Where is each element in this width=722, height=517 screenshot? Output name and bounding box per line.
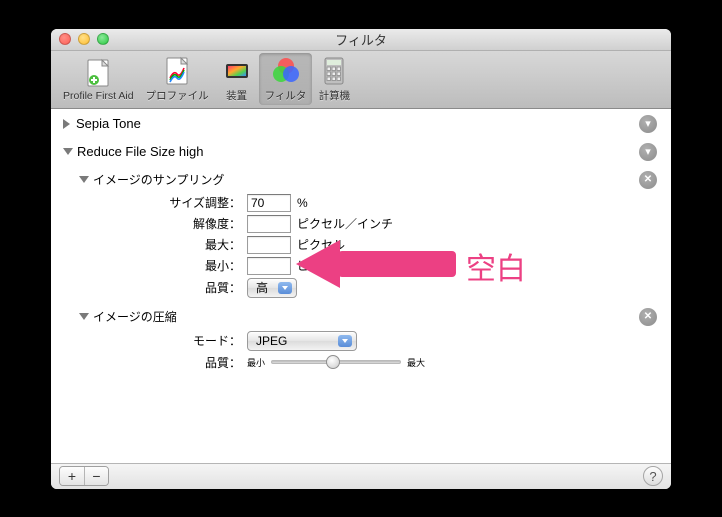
zoom-button[interactable]: [97, 33, 109, 45]
toolbar-label: フィルタ: [265, 88, 307, 103]
form-row-comp-quality: 品質： 最小 最大: [79, 354, 671, 371]
disclosure-down-icon[interactable]: [79, 176, 89, 183]
quality-label: 品質：: [79, 279, 247, 296]
max-input[interactable]: [247, 236, 291, 254]
content-area[interactable]: Sepia Tone Reduce File Size high イメージのサン…: [51, 109, 671, 463]
section-sampling[interactable]: イメージのサンプリング: [79, 169, 671, 191]
disclosure-right-icon[interactable]: [63, 119, 70, 129]
mode-select[interactable]: JPEG: [247, 331, 357, 351]
toolbar-profile[interactable]: プロファイル: [140, 53, 215, 105]
filter-title: Sepia Tone: [76, 116, 141, 131]
section-title: イメージの圧縮: [93, 308, 177, 325]
quality-slider-wrap: 最小 最大: [247, 354, 425, 370]
form-row-quality: 品質： 高: [79, 278, 671, 298]
unit-ppi: ピクセル／インチ: [297, 215, 393, 232]
toolbar-label: 計算機: [319, 88, 351, 103]
titlebar[interactable]: フィルタ: [51, 29, 671, 51]
filter-row-sepia[interactable]: Sepia Tone: [51, 113, 671, 135]
remove-button[interactable]: −: [84, 467, 108, 485]
comp-quality-label: 品質：: [79, 354, 247, 371]
document-plus-icon: [82, 57, 114, 89]
slider-thumb[interactable]: [326, 355, 340, 369]
toolbar-label: 装置: [226, 88, 247, 103]
slider-min-label: 最小: [247, 356, 265, 369]
filter-row-reduce[interactable]: Reduce File Size high: [51, 141, 671, 163]
remove-button[interactable]: [639, 171, 657, 189]
slider-max-label: 最大: [407, 356, 425, 369]
minimize-button[interactable]: [78, 33, 90, 45]
toolbar-label: Profile First Aid: [63, 90, 134, 102]
mode-label: モード：: [79, 332, 247, 349]
quality-slider[interactable]: [271, 354, 401, 370]
mode-value: JPEG: [256, 334, 287, 348]
remove-button[interactable]: [639, 308, 657, 326]
toolbar: Profile First Aid プロファイル 装置 フィルタ 計算機: [51, 51, 671, 109]
max-label: 最大：: [79, 236, 247, 253]
resolution-label: 解像度：: [79, 215, 247, 232]
section-compression[interactable]: イメージの圧縮: [79, 306, 671, 328]
action-menu-button[interactable]: [639, 143, 657, 161]
toolbar-calculator[interactable]: 計算機: [312, 53, 356, 105]
resolution-input[interactable]: [247, 215, 291, 233]
disclosure-down-icon[interactable]: [79, 313, 89, 320]
disclosure-down-icon[interactable]: [63, 148, 73, 155]
footer: + − ?: [51, 463, 671, 489]
unit-px: ピクセル: [297, 236, 345, 253]
min-label: 最小：: [79, 257, 247, 274]
action-menu-button[interactable]: [639, 115, 657, 133]
traffic-lights: [51, 33, 109, 45]
add-button[interactable]: +: [60, 467, 84, 485]
calculator-icon: [318, 55, 350, 87]
quality-select[interactable]: 高: [247, 278, 297, 298]
size-input[interactable]: [247, 194, 291, 212]
filter-icon: [270, 55, 302, 87]
toolbar-label: プロファイル: [146, 88, 209, 103]
toolbar-filter[interactable]: フィルタ: [259, 53, 313, 105]
quality-value: 高: [256, 279, 268, 296]
unit-px: ピクセル: [297, 257, 345, 274]
form-row-mode: モード： JPEG: [79, 331, 671, 351]
device-icon: [221, 55, 253, 87]
form-row-min: 最小： ピクセル: [79, 257, 671, 275]
size-label: サイズ調整：: [79, 194, 247, 211]
close-button[interactable]: [59, 33, 71, 45]
add-remove-segment: + −: [59, 466, 109, 486]
help-button[interactable]: ?: [643, 466, 663, 486]
min-input[interactable]: [247, 257, 291, 275]
filter-title: Reduce File Size high: [77, 144, 203, 159]
profile-icon: [161, 55, 193, 87]
window: フィルタ Profile First Aid プロファイル 装置 フィルタ: [51, 29, 671, 489]
form-row-resolution: 解像度： ピクセル／インチ: [79, 215, 671, 233]
window-title: フィルタ: [51, 30, 671, 49]
form-row-max: 最大： ピクセル: [79, 236, 671, 254]
section-title: イメージのサンプリング: [93, 171, 224, 188]
unit-percent: %: [297, 196, 308, 210]
form-row-size: サイズ調整： %: [79, 194, 671, 212]
toolbar-device[interactable]: 装置: [215, 53, 259, 105]
toolbar-profile-first-aid[interactable]: Profile First Aid: [57, 55, 140, 104]
